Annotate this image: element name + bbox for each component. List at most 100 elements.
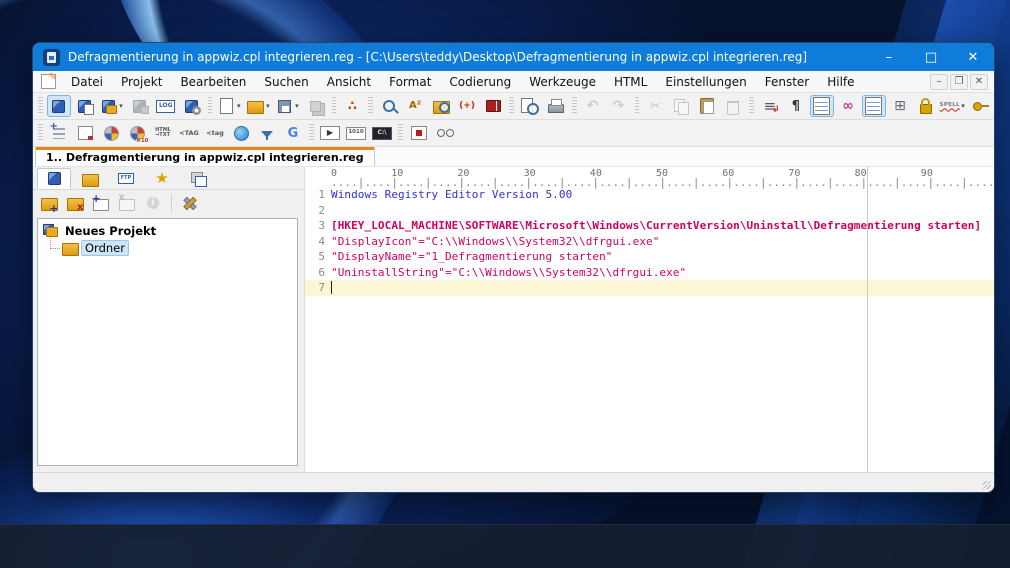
panel-tab-favorites[interactable]: ★ [145,168,179,189]
new-virtual-folder-button[interactable] [89,192,113,214]
search-button[interactable] [377,95,401,117]
mdi-close-button[interactable]: ✕ [970,73,988,90]
text-indent-button[interactable] [47,122,71,144]
menu-projekt[interactable]: Projekt [112,73,171,91]
editor-area[interactable]: 0 10 20 30 40 50 60 70 80 90 ....|....|....|....|… [305,167,994,472]
project-tree[interactable]: Neues Projekt Ordner [37,218,298,466]
project-log-button[interactable]: LOG [154,95,178,117]
titlebar[interactable]: Defragmentierung in appwiz.cpl integrier… [33,43,994,71]
project-save-button[interactable] [128,95,152,117]
spell-check-dropdown-arrow[interactable]: ▾ [959,102,967,110]
maximize-button[interactable]: □ [910,43,952,71]
toolbar-group-handle[interactable] [509,97,514,115]
file-new-dropdown-arrow[interactable]: ▾ [235,102,243,110]
word-wrap-button[interactable] [758,95,782,117]
w3c-validate-button[interactable] [255,122,279,144]
menu-html[interactable]: HTML [605,73,656,91]
project-settings-button[interactable] [180,95,204,117]
menu-codierung[interactable]: Codierung [440,73,520,91]
lock-file-button[interactable] [914,95,938,117]
menu-ansicht[interactable]: Ansicht [318,73,380,91]
toolbar-group-handle[interactable] [331,97,337,115]
print-button[interactable] [544,95,568,117]
special-symbols-button[interactable] [861,95,886,117]
show-formatting-button[interactable]: ¶ [784,95,808,117]
open-console-button[interactable]: C:\ [370,122,394,144]
html-to-text-button[interactable]: HTML →TXT [151,122,175,144]
line-numbers-button[interactable] [809,95,834,117]
bookmarks-button[interactable] [481,95,505,117]
cut-button[interactable] [643,95,667,117]
file-reopen-button[interactable] [340,95,364,117]
menu-werkzeuge[interactable]: Werkzeuge [520,73,605,91]
open-in-browser-button[interactable] [229,122,253,144]
stay-on-top-button[interactable] [969,95,993,117]
delete-button[interactable] [721,95,745,117]
copy-button[interactable] [669,95,693,117]
google-search-button[interactable]: G [281,122,305,144]
tags-uppercase-button[interactable]: <TAG [177,122,201,144]
toolbar-group-handle[interactable] [571,97,577,115]
project-open-button[interactable] [73,95,97,117]
find-in-files-button[interactable] [429,95,453,117]
file-save-button[interactable]: ▾ [275,95,302,117]
save-all-button[interactable] [304,95,328,117]
toolbar-group-handle[interactable] [368,97,374,115]
run-script-button[interactable] [318,122,342,144]
toolbar-group-handle[interactable] [38,97,43,115]
resize-grip[interactable] [983,481,991,489]
remove-virtual-folder-button[interactable] [115,192,139,214]
toolbar-group-handle[interactable] [634,97,640,115]
tree-item-ordner[interactable]: Ordner [38,234,297,256]
number-converter-button[interactable]: 1010 [344,122,368,144]
undo-button[interactable] [581,95,605,117]
toolbar-group-handle[interactable] [38,124,43,142]
panel-tab-project[interactable] [37,168,71,189]
panel-tab-templates[interactable] [181,168,215,189]
remove-folder-button[interactable] [63,192,87,214]
menu-bearbeiten[interactable]: Bearbeiten [171,73,255,91]
redo-button[interactable] [607,95,631,117]
toolbar-group-handle[interactable] [749,97,754,115]
code-explorer-button[interactable] [888,95,912,117]
mdi-restore-button[interactable]: ❐ [950,73,968,90]
tags-lowercase-button[interactable]: <tag [203,122,227,144]
project-new-button[interactable] [46,95,71,117]
file-open-button[interactable]: ▾ [246,95,273,117]
menu-format[interactable]: Format [380,73,440,91]
panel-tab-ftp[interactable] [109,168,143,189]
menu-suchen[interactable]: Suchen [255,73,317,91]
file-new-button[interactable]: ▾ [216,95,243,117]
reformat-button[interactable] [73,122,97,144]
menu-einstellungen[interactable]: Einstellungen [656,73,755,91]
toolbar-group-handle[interactable] [309,124,314,142]
syntax-highlighting-button[interactable]: ∞ [836,95,860,117]
goto-line-button[interactable]: (+) [455,95,479,117]
menu-fenster[interactable]: Fenster [756,73,819,91]
spell-check-button[interactable]: SPELL ▾ [940,95,967,117]
mdi-minimize-button[interactable]: – [930,73,948,90]
menu-datei[interactable]: Datei [62,73,112,91]
project-open-recent-button[interactable]: ▾ [99,95,126,117]
paste-button[interactable] [695,95,719,117]
code-lines[interactable]: 1 Windows Registry Editor Version 5.00 2 3 [… [305,187,994,296]
color-translate-button[interactable] [125,122,149,144]
close-button[interactable]: ✕ [952,43,994,71]
print-preview-button[interactable] [518,95,542,117]
text-diff-view-button[interactable] [433,122,457,144]
file-save-dropdown-arrow[interactable]: ▾ [293,102,301,110]
tree-item-neues-projekt[interactable]: Neues Projekt [38,222,297,239]
file-tab[interactable]: 1.. Defragmentierung in appwiz.cpl integ… [35,147,375,166]
toolbar-group-handle[interactable] [398,124,403,142]
add-folder-button[interactable] [37,192,61,214]
toolbar-group-handle[interactable] [207,97,213,115]
panel-tab-files[interactable] [73,168,107,189]
project-tools-button[interactable] [178,192,202,214]
file-open-dropdown-arrow[interactable]: ▾ [264,102,272,110]
macro-record-button[interactable] [407,122,431,144]
menu-hilfe[interactable]: Hilfe [818,73,863,91]
replace-button[interactable]: A² [403,95,427,117]
color-select-button[interactable] [99,122,123,144]
project-open-recent-dropdown-arrow[interactable]: ▾ [117,102,125,110]
item-info-button[interactable] [141,192,165,214]
